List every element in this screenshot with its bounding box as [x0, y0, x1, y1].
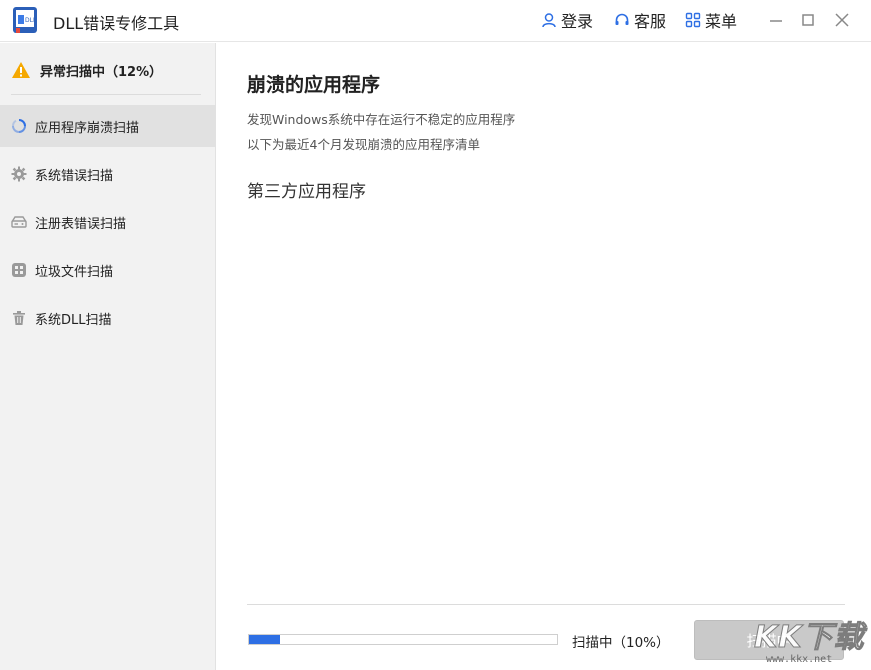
description-line-2: 以下为最近4个月发现崩溃的应用程序清单 — [247, 137, 480, 152]
sidebar-divider — [11, 94, 201, 95]
title-bar: DLL DLL错误专修工具 登录 客服 菜单 — [0, 0, 871, 42]
watermark-url: www.kkx.net — [766, 654, 833, 665]
headset-icon — [615, 13, 629, 25]
sidebar-item-system-dll-scan[interactable]: 系统DLL扫描 — [0, 297, 216, 339]
page-title: 崩溃的应用程序 — [247, 74, 381, 96]
menu-label: 菜单 — [705, 12, 738, 31]
watermark: KK下载 www.kkx.net — [748, 614, 868, 668]
maximize-button[interactable] — [797, 9, 819, 31]
trash-icon — [13, 311, 25, 325]
close-button[interactable] — [831, 9, 853, 31]
scan-status-label: 异常扫描中（12%） — [40, 64, 163, 80]
sidebar-item-registry-scan[interactable]: 注册表错误扫描 — [0, 201, 216, 243]
sidebar-item-system-error-scan[interactable]: 系统错误扫描 — [0, 153, 216, 195]
gear-icon — [11, 166, 27, 182]
close-icon — [835, 13, 849, 27]
registry-icon — [11, 216, 27, 228]
main-panel: 崩溃的应用程序 发现Windows系统中存在运行不稳定的应用程序 以下为最近4个… — [217, 43, 871, 670]
bottom-divider — [247, 604, 845, 605]
sidebar-item-label: 应用程序崩溃扫描 — [35, 120, 140, 136]
section-title-third-party: 第三方应用程序 — [247, 182, 366, 202]
warning-icon — [12, 62, 30, 78]
scan-progress-bar — [248, 634, 558, 645]
minimize-icon — [770, 20, 782, 22]
scan-status: 异常扫描中（12%） — [11, 59, 162, 81]
sidebar: 异常扫描中（12%） 应用程序崩溃扫描 系统错误扫描 注册表错误扫描 垃圾文件扫… — [0, 43, 216, 670]
spinner-icon — [11, 119, 26, 133]
menu-grid-icon — [685, 12, 701, 28]
sidebar-item-label: 注册表错误扫描 — [35, 216, 127, 232]
grid-icon — [12, 263, 26, 277]
sidebar-item-label: 系统DLL扫描 — [35, 312, 112, 328]
service-label: 客服 — [634, 12, 667, 31]
login-button[interactable]: 登录 — [541, 9, 593, 31]
minimize-button[interactable] — [765, 9, 787, 31]
watermark-logo: KK下载 — [754, 620, 865, 656]
menu-button[interactable]: 菜单 — [685, 9, 737, 31]
sidebar-item-junk-file-scan[interactable]: 垃圾文件扫描 — [0, 249, 216, 291]
sidebar-item-app-crash-scan[interactable]: 应用程序崩溃扫描 — [0, 105, 216, 147]
sidebar-item-label: 垃圾文件扫描 — [35, 264, 114, 280]
maximize-icon — [802, 14, 814, 26]
login-label: 登录 — [561, 12, 594, 31]
app-logo-icon: DLL — [13, 7, 37, 33]
description-line-1: 发现Windows系统中存在运行不稳定的应用程序 — [247, 112, 516, 127]
scan-progress-fill — [249, 635, 280, 644]
svg-text:DLL: DLL — [25, 17, 37, 24]
user-icon — [542, 13, 556, 28]
customer-service-button[interactable]: 客服 — [614, 9, 666, 31]
sidebar-item-label: 系统错误扫描 — [35, 168, 114, 184]
app-title: DLL错误专修工具 — [53, 14, 180, 33]
scan-progress-label: 扫描中（10%） — [572, 635, 670, 651]
